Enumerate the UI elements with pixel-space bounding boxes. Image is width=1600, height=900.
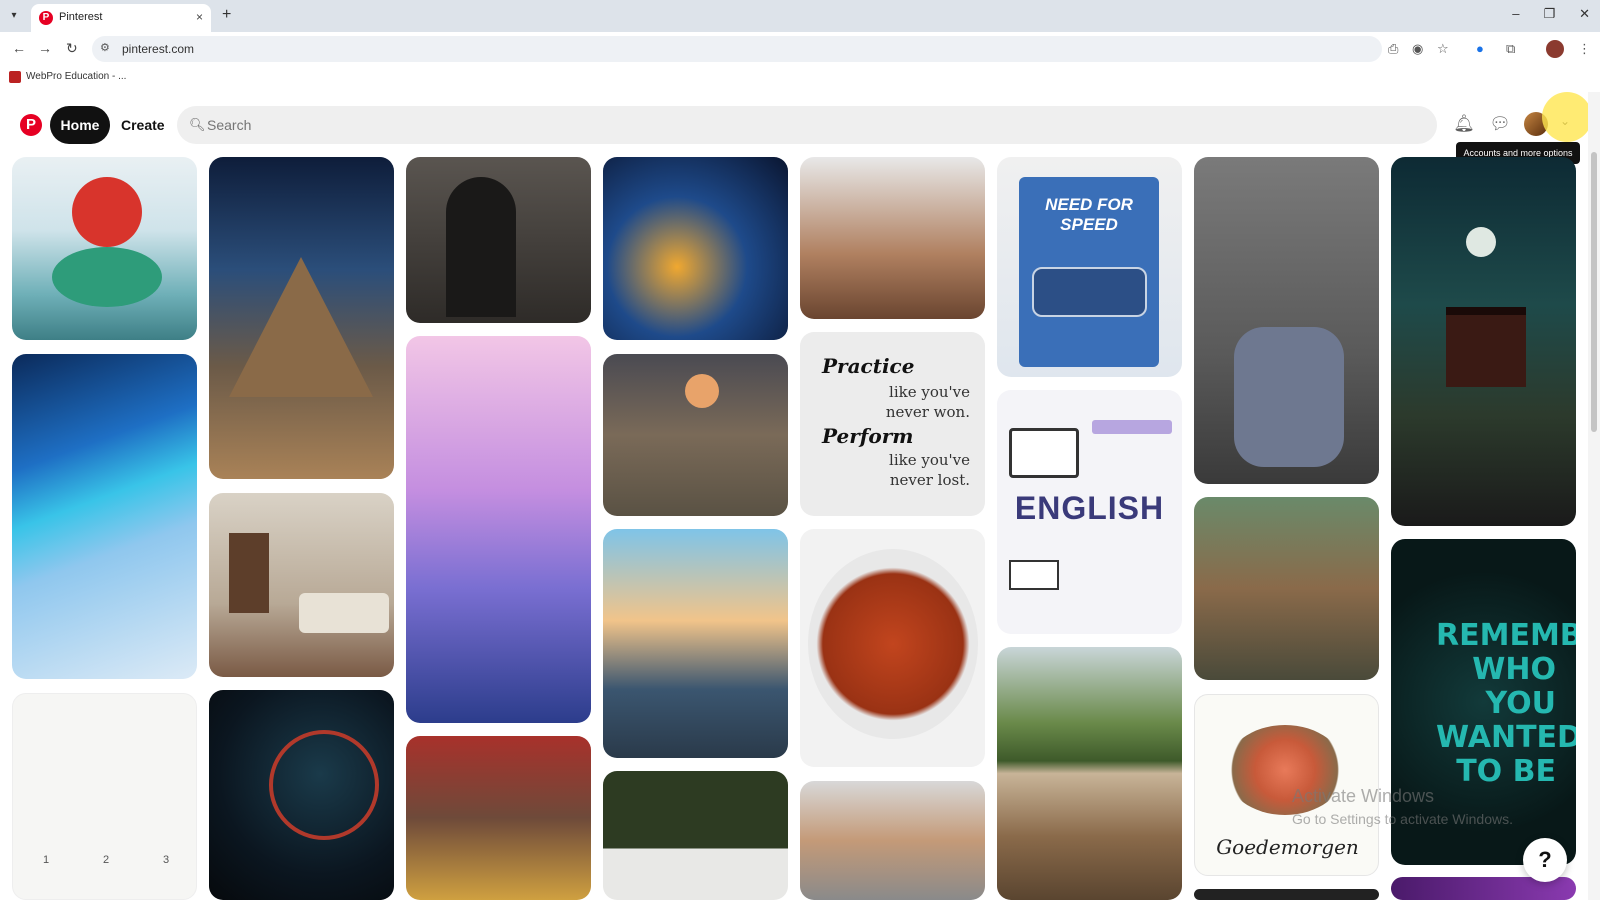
extension-blue-icon[interactable]: ● [1476,41,1484,56]
pinterest-header: P Home Create 🔍︎ 🔔︎ 💬︎ ⌄ [0,92,1600,156]
pin-landscape-painting[interactable] [997,647,1182,900]
pin-tinkerbell[interactable] [603,157,788,340]
book-icon [1009,428,1079,478]
pin-sesame-chicken[interactable] [800,529,985,767]
address-bar[interactable]: ⚙ pinterest.com [92,36,1382,62]
help-button[interactable]: ? [1523,838,1567,882]
remember-quote: REMEMBER WHO YOU WANTED TO BE [1436,618,1576,789]
pin-english[interactable]: ENGLISH [997,390,1182,634]
quote-never-won: like you've never won. [885,383,970,421]
moon-circle [1466,227,1496,257]
browser-tab-bar: ▾ P Pinterest × + – ❐ ✕ [0,0,1600,32]
socks-shape [1234,327,1344,467]
home-button[interactable]: Home [50,106,110,144]
pin-practice-quote[interactable]: Practice like you've never won. Perform … [800,332,985,516]
pin-flower-sketch[interactable]: 1 2 3 [12,693,197,900]
pin-sunset-sea[interactable] [603,529,788,758]
restore-button[interactable]: ❐ [1543,6,1555,22]
temple-shape [1446,307,1526,387]
person-silhouette [446,177,516,317]
url-text: pinterest.com [122,42,195,56]
activate-title: Activate Windows [1292,786,1435,806]
forward-arrow-icon[interactable]: → [38,40,52,56]
moon-circle [685,374,719,408]
pin-pyramid-space[interactable] [209,157,394,479]
browser-toolbar: ← → ↻ ⚙ pinterest.com ⎙ ◉ ☆ ● ⧉ ⋮ [0,32,1600,66]
tab-search-icon[interactable]: ▾ [6,8,22,24]
pin-aesthetic-combos[interactable] [1194,157,1379,484]
moon-circle [269,730,379,840]
window-controls: – ❐ ✕ [1512,6,1590,22]
pin-man-selfie[interactable] [800,157,985,319]
reload-icon[interactable]: ↻ [66,40,78,57]
scrollbar-thumb[interactable] [1591,152,1597,432]
pin-nfs-hotwheels[interactable]: NEED FOR SPEED [997,157,1182,377]
pin-temple-moon[interactable] [603,354,788,516]
tab-close-icon[interactable]: × [196,10,203,24]
search-bar[interactable]: 🔍︎ [177,106,1437,144]
bookmark-favicon-icon [9,71,21,83]
mermaid-tail [52,247,162,307]
minimize-button[interactable]: – [1512,6,1519,22]
extensions-puzzle-icon[interactable]: ⧉ [1506,41,1515,57]
browser-profile-avatar[interactable] [1546,40,1564,58]
eye-off-icon[interactable]: ◉ [1412,41,1423,57]
nfs-logo: NEED FOR SPEED [1045,195,1133,234]
back-arrow-icon[interactable]: ← [12,40,26,56]
page-scrollbar[interactable] [1588,92,1600,900]
ruler-shape [1092,420,1172,434]
bookmark-item[interactable]: WebPro Education - ... [26,71,126,82]
sketch-number: 2 [103,854,110,866]
messages-icon[interactable]: 💬︎ [1488,112,1512,136]
bookshelf-shape [229,533,269,613]
mermaid-figure [72,177,142,247]
pin-aurora-snow[interactable] [12,354,197,679]
pyramid-shape [229,257,373,397]
sofa-shape [299,593,389,633]
site-info-icon[interactable]: ⚙ [100,41,110,54]
pin-cosmic-moon[interactable] [209,690,394,900]
quote-practice: Practice [822,354,915,378]
pin-green-card[interactable] [603,771,788,900]
pin-car-festival[interactable] [406,736,591,900]
new-tab-button[interactable]: + [222,6,231,24]
laptop-icon [1009,560,1059,590]
bookmark-star-icon[interactable]: ☆ [1437,41,1449,57]
pin-living-room[interactable] [209,493,394,677]
pin-japanese-temple[interactable] [1391,157,1576,526]
close-window-button[interactable]: ✕ [1579,6,1590,22]
pin-couple-photo[interactable] [406,157,591,323]
pinterest-favicon-icon: P [39,11,53,25]
activate-subtitle: Go to Settings to activate Windows. [1292,811,1513,827]
nfs-car [1032,267,1147,317]
goedemorgen-text: Goedemorgen [1216,835,1359,859]
chicken-bowl [808,549,978,739]
pin-goedemorgen-cat[interactable]: Goedemorgen [1194,694,1379,876]
install-app-icon[interactable]: ⎙ [1388,41,1398,57]
browser-menu-icon[interactable]: ⋮ [1578,41,1591,57]
pin-cherry-blossom[interactable] [406,336,591,723]
pin-gif-women[interactable] [1194,497,1379,680]
pin-dark-strip[interactable] [1194,889,1379,900]
activate-windows-watermark: Activate Windows Go to Settings to activ… [1292,786,1513,827]
bell-icon[interactable]: 🔔︎ [1452,112,1476,136]
english-title: ENGLISH [1014,490,1165,526]
pinterest-logo-icon[interactable]: P [20,114,42,136]
cursor-highlight [1542,92,1592,142]
bookmarks-bar: WebPro Education - ... [0,66,1600,90]
search-icon: 🔍︎ [189,117,206,132]
quote-never-lost: like you've never lost. [889,451,970,489]
pin-smiling-man[interactable] [800,781,985,900]
create-button[interactable]: Create [121,117,165,133]
sketch-number: 3 [163,854,170,866]
sketch-number: 1 [43,854,50,866]
tab-title: Pinterest [59,11,103,23]
quote-perform: Perform [822,424,914,448]
search-input[interactable] [207,106,1407,144]
pin-mermaid[interactable] [12,157,197,340]
browser-tab[interactable]: P Pinterest × [31,4,211,32]
